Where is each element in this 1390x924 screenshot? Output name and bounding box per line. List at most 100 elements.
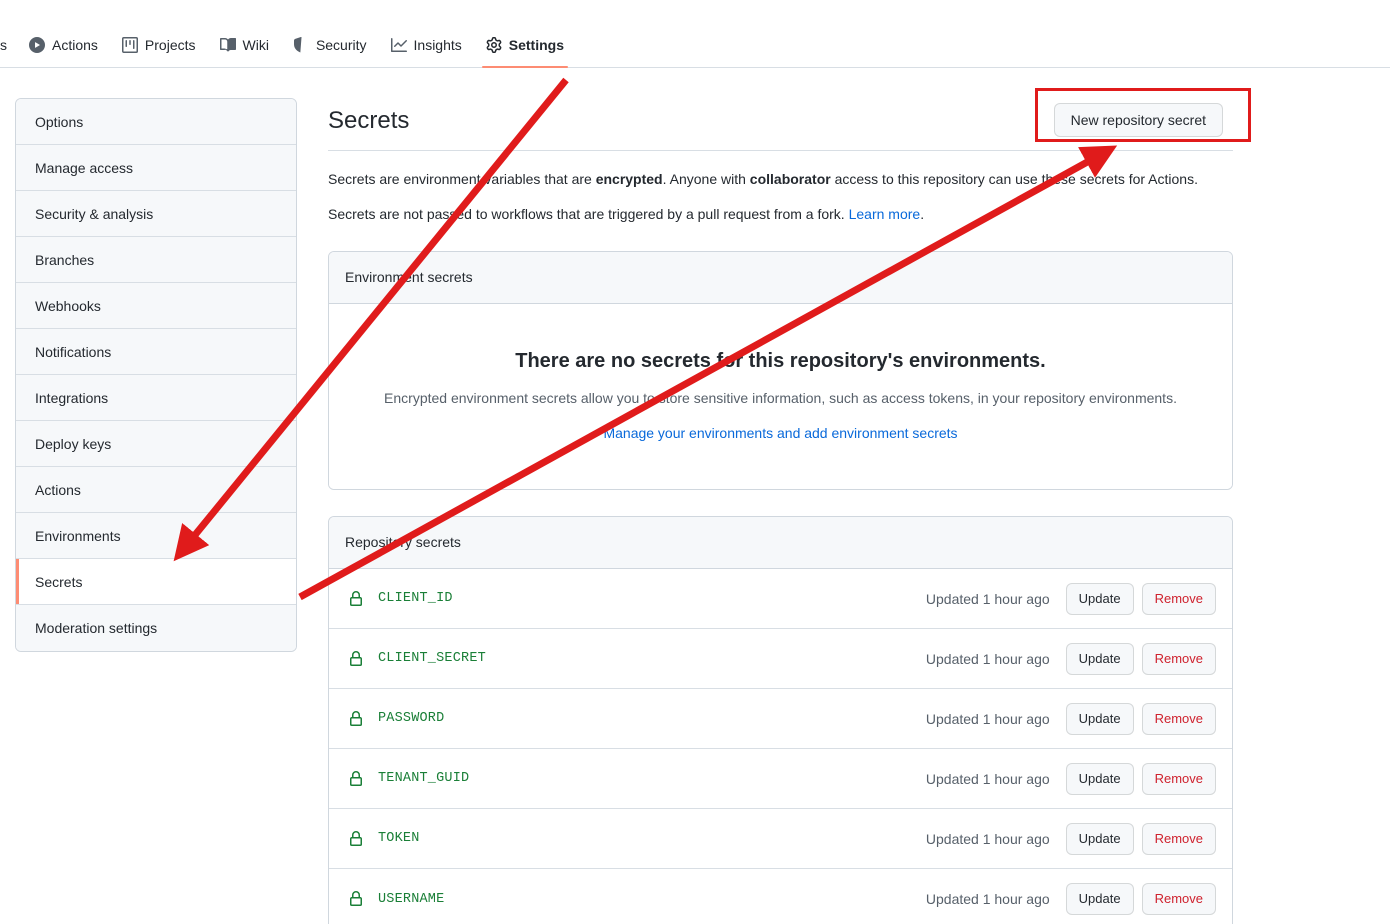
sidebar-item-label: Integrations bbox=[35, 389, 109, 406]
sidebar-item-actions[interactable]: Actions bbox=[16, 467, 296, 513]
desc1-bold-collaborator: collaborator bbox=[749, 171, 831, 187]
lock-icon bbox=[348, 891, 364, 907]
secret-update-button[interactable]: Update bbox=[1065, 883, 1134, 915]
repo-nav-tab-label: Settings bbox=[508, 37, 564, 53]
sidebar-item-label: Secrets bbox=[35, 573, 83, 590]
gear-icon bbox=[486, 37, 502, 53]
sidebar-item-label: Deploy keys bbox=[35, 435, 112, 452]
secret-row: CLIENT_SECRET Updated 1 hour ago Update Rem… bbox=[329, 629, 1232, 689]
project-board-icon bbox=[121, 37, 138, 53]
graph-icon bbox=[390, 37, 407, 53]
sidebar-item-deploy-keys[interactable]: Deploy keys bbox=[16, 421, 296, 467]
lock-icon bbox=[348, 710, 364, 727]
sidebar-item-label: Options bbox=[35, 113, 84, 130]
secret-updated-timestamp: Updated 1 hour ago bbox=[925, 710, 1050, 727]
secret-update-button[interactable]: Update bbox=[1065, 582, 1134, 615]
sidebar-item-label: Environments bbox=[35, 527, 121, 544]
sidebar-item-label: Actions bbox=[35, 481, 81, 498]
environment-secrets-empty-subtitle: Encrypted environment secrets allow you … bbox=[384, 390, 1177, 406]
sidebar-item-webhooks[interactable]: Webhooks bbox=[16, 283, 296, 329]
sidebar-item-branches[interactable]: Branches bbox=[16, 237, 296, 283]
repository-secrets-panel: Repository secrets CLIENT_ID Updated 1 ho… bbox=[328, 516, 1233, 924]
secret-update-button[interactable]: Update bbox=[1065, 642, 1134, 675]
secret-remove-button[interactable]: Remove bbox=[1141, 582, 1216, 615]
desc1-part2: . Anyone with bbox=[662, 171, 750, 187]
settings-main-content: New repository secret Secrets Secrets ar… bbox=[328, 68, 1233, 924]
secret-name: TENANT_GUID bbox=[378, 771, 470, 786]
environment-secrets-empty-title: There are no secrets for this repository… bbox=[515, 350, 1046, 372]
repository-nav-bar: s Actions Projects Wiki Security Insights Set… bbox=[0, 0, 1390, 68]
repo-nav-tab-projects[interactable]: Projects bbox=[110, 22, 208, 68]
secret-row: TENANT_GUID Updated 1 hour ago Update Remov… bbox=[329, 749, 1232, 809]
environment-secrets-panel: Environment secrets There are no secrets… bbox=[328, 251, 1233, 490]
play-circle-icon bbox=[29, 37, 45, 53]
secret-name: USERNAME bbox=[378, 891, 445, 907]
new-repository-secret-button[interactable]: New repository secret bbox=[1053, 103, 1223, 137]
repository-secrets-list: CLIENT_ID Updated 1 hour ago Update Remove C… bbox=[329, 569, 1232, 924]
secrets-description-1: Secrets are environment variables that a… bbox=[328, 169, 1233, 190]
repository-secrets-header: Repository secrets bbox=[329, 517, 1232, 569]
secret-remove-button[interactable]: Remove bbox=[1141, 642, 1216, 675]
repo-nav-tab-insights[interactable]: Insights bbox=[379, 22, 474, 68]
sidebar-item-manage-access[interactable]: Manage access bbox=[16, 145, 296, 191]
secret-update-button[interactable]: Update bbox=[1065, 822, 1134, 855]
repo-nav-tab-label: Actions bbox=[52, 37, 98, 53]
repo-nav-tab-security[interactable]: Security bbox=[281, 22, 379, 68]
environment-secrets-header: Environment secrets bbox=[329, 252, 1232, 304]
repo-nav-tab-wiki[interactable]: Wiki bbox=[208, 22, 281, 68]
secret-name: CLIENT_SECRET bbox=[378, 651, 486, 666]
repo-nav-tab-label: Security bbox=[315, 37, 367, 53]
secret-name: TOKEN bbox=[378, 831, 420, 846]
lock-icon bbox=[348, 770, 364, 787]
sidebar-item-environments[interactable]: Environments bbox=[16, 513, 296, 559]
repo-nav-tab-settings[interactable]: Settings bbox=[474, 22, 576, 68]
desc1-part1: Secrets are environment variables that a… bbox=[328, 171, 596, 187]
secret-updated-timestamp: Updated 1 hour ago bbox=[925, 590, 1050, 607]
secret-update-button[interactable]: Update bbox=[1065, 762, 1134, 795]
sidebar-item-notifications[interactable]: Notifications bbox=[16, 329, 296, 375]
shield-alert-icon bbox=[293, 37, 309, 53]
secret-remove-button[interactable]: Remove bbox=[1141, 822, 1216, 855]
sidebar-item-secrets[interactable]: Secrets bbox=[16, 559, 296, 605]
learn-more-link[interactable]: Learn more bbox=[849, 206, 921, 222]
desc2-part1: Secrets are not passed to workflows that… bbox=[328, 206, 849, 222]
secret-row: USERNAME Updated 1 hour ago Update Remove bbox=[329, 869, 1232, 924]
repo-nav-tab-label: Wiki bbox=[242, 37, 269, 53]
repo-nav-tab-label: Insights bbox=[413, 37, 462, 53]
desc1-bold-encrypted: encrypted bbox=[595, 171, 663, 187]
secret-remove-button[interactable]: Remove bbox=[1141, 762, 1216, 795]
repo-nav-tab-actions[interactable]: Actions bbox=[17, 22, 110, 68]
manage-environments-link[interactable]: Manage your environments and add environ… bbox=[603, 425, 957, 441]
secret-name: PASSWORD bbox=[378, 711, 445, 726]
sidebar-item-label: Branches bbox=[35, 251, 95, 268]
sidebar-item-label: Security & analysis bbox=[35, 205, 154, 222]
title-divider bbox=[328, 150, 1233, 151]
secret-updated-timestamp: Updated 1 hour ago bbox=[925, 650, 1050, 667]
secret-remove-button[interactable]: Remove bbox=[1141, 883, 1216, 915]
secret-row: CLIENT_ID Updated 1 hour ago Update Remove bbox=[329, 569, 1232, 629]
sidebar-item-label: Webhooks bbox=[35, 297, 101, 314]
sidebar-item-security-analysis[interactable]: Security & analysis bbox=[16, 191, 296, 237]
settings-page: Options Manage access Security & analysis B… bbox=[0, 68, 1390, 924]
sidebar-item-label: Manage access bbox=[35, 159, 134, 176]
sidebar-item-label: Moderation settings bbox=[35, 620, 158, 636]
desc2-part2: . bbox=[920, 206, 925, 222]
lock-icon bbox=[348, 830, 364, 847]
secret-update-button[interactable]: Update bbox=[1065, 702, 1134, 735]
secret-updated-timestamp: Updated 1 hour ago bbox=[925, 770, 1050, 787]
sidebar-item-options[interactable]: Options bbox=[16, 99, 296, 145]
secret-row: PASSWORD Updated 1 hour ago Update Remove bbox=[329, 689, 1232, 749]
secret-remove-button[interactable]: Remove bbox=[1141, 702, 1216, 735]
settings-sidebar: Options Manage access Security & analysis B… bbox=[15, 98, 297, 652]
lock-icon bbox=[348, 650, 364, 667]
desc1-part3: access to this repository can use these … bbox=[830, 171, 1198, 187]
sidebar-item-label: Notifications bbox=[35, 343, 112, 360]
repository-nav-items: s Actions Projects Wiki Security Insights Set… bbox=[0, 22, 576, 68]
sidebar-item-moderation-settings[interactable]: Moderation settings bbox=[16, 605, 296, 651]
lock-icon bbox=[348, 590, 364, 607]
sidebar-item-integrations[interactable]: Integrations bbox=[16, 375, 296, 421]
secret-name: CLIENT_ID bbox=[378, 591, 453, 606]
book-icon bbox=[219, 37, 236, 53]
secret-row: TOKEN Updated 1 hour ago Update Remove bbox=[329, 809, 1232, 869]
environment-secrets-empty-state: There are no secrets for this repository… bbox=[329, 304, 1232, 489]
